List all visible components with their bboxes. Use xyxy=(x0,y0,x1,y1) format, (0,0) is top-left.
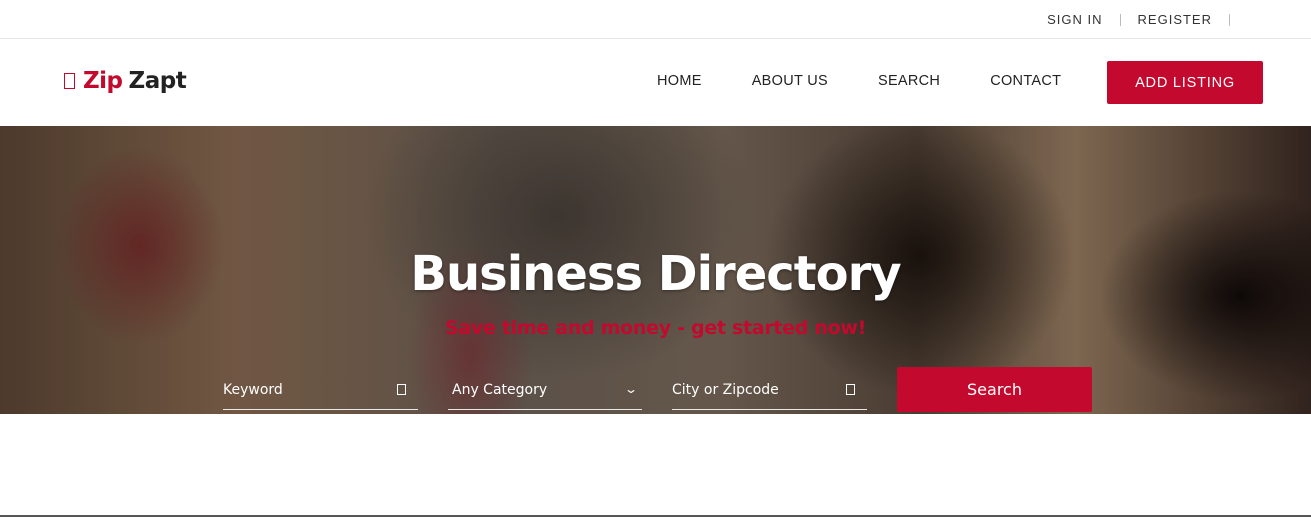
hero-banner: Business Directory Save time and money -… xyxy=(0,126,1311,414)
account-links: SIGN IN REGISTER xyxy=(1047,12,1247,27)
register-link[interactable]: REGISTER xyxy=(1138,12,1212,27)
keyword-input[interactable] xyxy=(223,370,418,409)
divider xyxy=(1229,13,1230,26)
main-header: Zip Zapt HOME ABOUT US SEARCH CONTACT AD… xyxy=(0,40,1311,126)
main-nav: HOME ABOUT US SEARCH CONTACT xyxy=(657,73,1111,89)
nav-item-search[interactable]: SEARCH xyxy=(878,73,940,89)
location-icon xyxy=(846,384,855,395)
add-listing-button[interactable]: ADD LISTING xyxy=(1107,61,1263,104)
nav-item-about-us[interactable]: ABOUT US xyxy=(752,73,828,89)
logo-text-zapt: Zapt xyxy=(128,68,187,94)
category-field[interactable]: Any Category ⌄ xyxy=(448,370,642,410)
top-utility-bar: SIGN IN REGISTER xyxy=(0,0,1311,39)
city-field xyxy=(672,370,867,410)
keyword-field xyxy=(223,370,418,410)
city-zipcode-input[interactable] xyxy=(672,370,867,409)
search-button[interactable]: Search xyxy=(897,367,1092,412)
nav-item-home[interactable]: HOME xyxy=(657,73,702,89)
page-title: Business Directory xyxy=(410,246,901,302)
hero-subtitle: Save time and money - get started now! xyxy=(445,317,866,339)
divider xyxy=(1119,13,1121,26)
site-logo[interactable]: Zip Zapt xyxy=(64,68,187,94)
logo-text-zip: Zip xyxy=(83,68,123,94)
category-select[interactable]: Any Category xyxy=(448,382,547,398)
sign-in-link[interactable]: SIGN IN xyxy=(1047,12,1102,27)
chevron-down-icon: ⌄ xyxy=(623,382,639,396)
nav-item-contact[interactable]: CONTACT xyxy=(990,73,1061,89)
logo-mark-icon xyxy=(64,73,75,89)
keyword-icon xyxy=(397,384,406,395)
